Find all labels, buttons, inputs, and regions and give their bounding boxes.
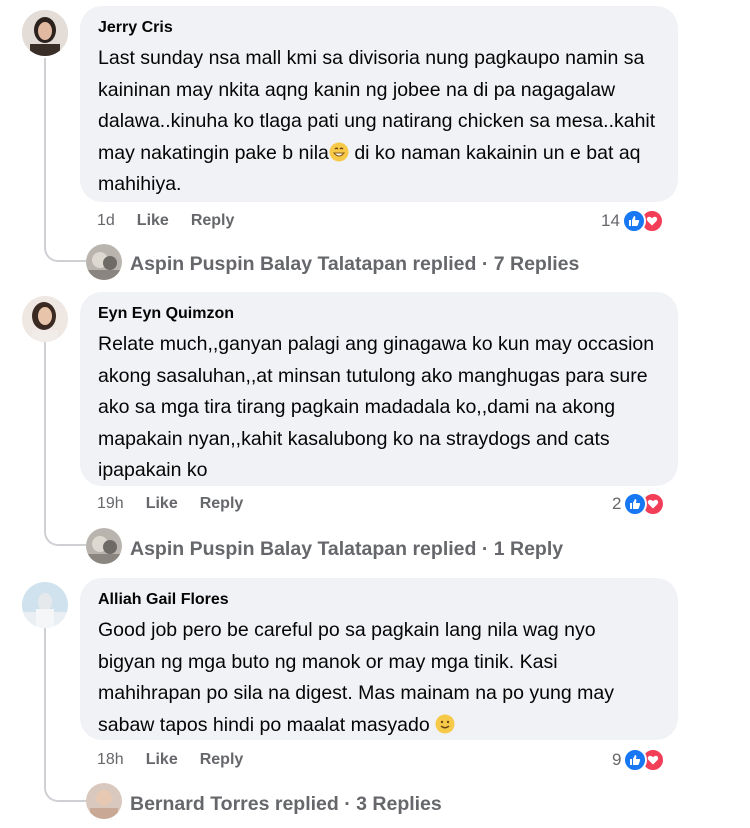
replies-count: replied · 1 Reply (412, 538, 564, 560)
comment-actions: 1d Like Reply (97, 211, 256, 231)
like-reaction-icon (621, 209, 646, 233)
view-replies-link[interactable]: Bernard Torres replied · 3 Replies (130, 792, 442, 816)
avatar[interactable] (22, 296, 68, 342)
comment-author[interactable]: Eyn Eyn Quimzon (98, 304, 658, 324)
comment-actions: 18h Like Reply (97, 750, 265, 770)
like-button[interactable]: Like (137, 212, 169, 229)
reply-author: Bernard Torres (130, 793, 270, 815)
reply-author: Aspin Puspin Balay Talatapan (130, 253, 408, 275)
reply-button[interactable]: Reply (191, 212, 235, 229)
thread-connector (44, 522, 86, 546)
comment-time[interactable]: 19h (97, 495, 124, 512)
reaction-count: 2 (612, 494, 622, 513)
reaction-summary[interactable]: 2 (612, 491, 666, 517)
reaction-count: 9 (612, 750, 622, 769)
thread-line (44, 58, 46, 240)
reply-author: Aspin Puspin Balay Talatapan (130, 538, 408, 560)
comment-author[interactable]: Alliah Gail Flores (98, 590, 658, 610)
avatar[interactable] (22, 10, 68, 56)
view-replies-link[interactable]: Aspin Puspin Balay Talatapan replied · 7… (130, 252, 579, 276)
reaction-count: 14 (601, 211, 620, 230)
comment-text: Last sunday nsa mall kmi sa divisoria nu… (98, 47, 656, 195)
reply-button[interactable]: Reply (200, 495, 244, 512)
reaction-summary[interactable]: 14 (601, 208, 664, 234)
comment-bubble: Eyn Eyn Quimzon Relate much,,ganyan pala… (80, 292, 678, 486)
replies-count: replied · 7 Replies (412, 253, 580, 275)
comment-time[interactable]: 18h (97, 751, 124, 768)
thread-connector (44, 238, 86, 262)
comment-actions: 19h Like Reply (97, 494, 265, 514)
reply-avatar[interactable] (86, 244, 122, 280)
avatar[interactable] (22, 582, 68, 628)
view-replies-link[interactable]: Aspin Puspin Balay Talatapan replied · 1… (130, 537, 563, 561)
comment-author[interactable]: Jerry Cris (98, 18, 658, 38)
replies-count: replied · 3 Replies (274, 793, 442, 815)
smiling-face-icon (435, 714, 455, 733)
reply-avatar[interactable] (86, 528, 122, 564)
like-button[interactable]: Like (146, 495, 178, 512)
comment-time[interactable]: 1d (97, 212, 115, 229)
grinning-face-icon (329, 142, 349, 161)
comment-text: Relate much,,ganyan palagi ang ginagawa … (98, 333, 655, 481)
comment-bubble: Alliah Gail Flores Good job pero be care… (80, 578, 678, 740)
reply-avatar[interactable] (86, 783, 122, 819)
comment-text: Good job pero be careful po sa pagkain l… (98, 619, 614, 736)
reaction-summary[interactable]: 9 (612, 747, 666, 773)
like-button[interactable]: Like (146, 751, 178, 768)
comment-bubble: Jerry Cris Last sunday nsa mall kmi sa d… (80, 6, 678, 202)
thread-connector (44, 778, 86, 802)
reply-button[interactable]: Reply (200, 751, 244, 768)
thread-line (44, 340, 46, 524)
thread-line (44, 628, 46, 780)
